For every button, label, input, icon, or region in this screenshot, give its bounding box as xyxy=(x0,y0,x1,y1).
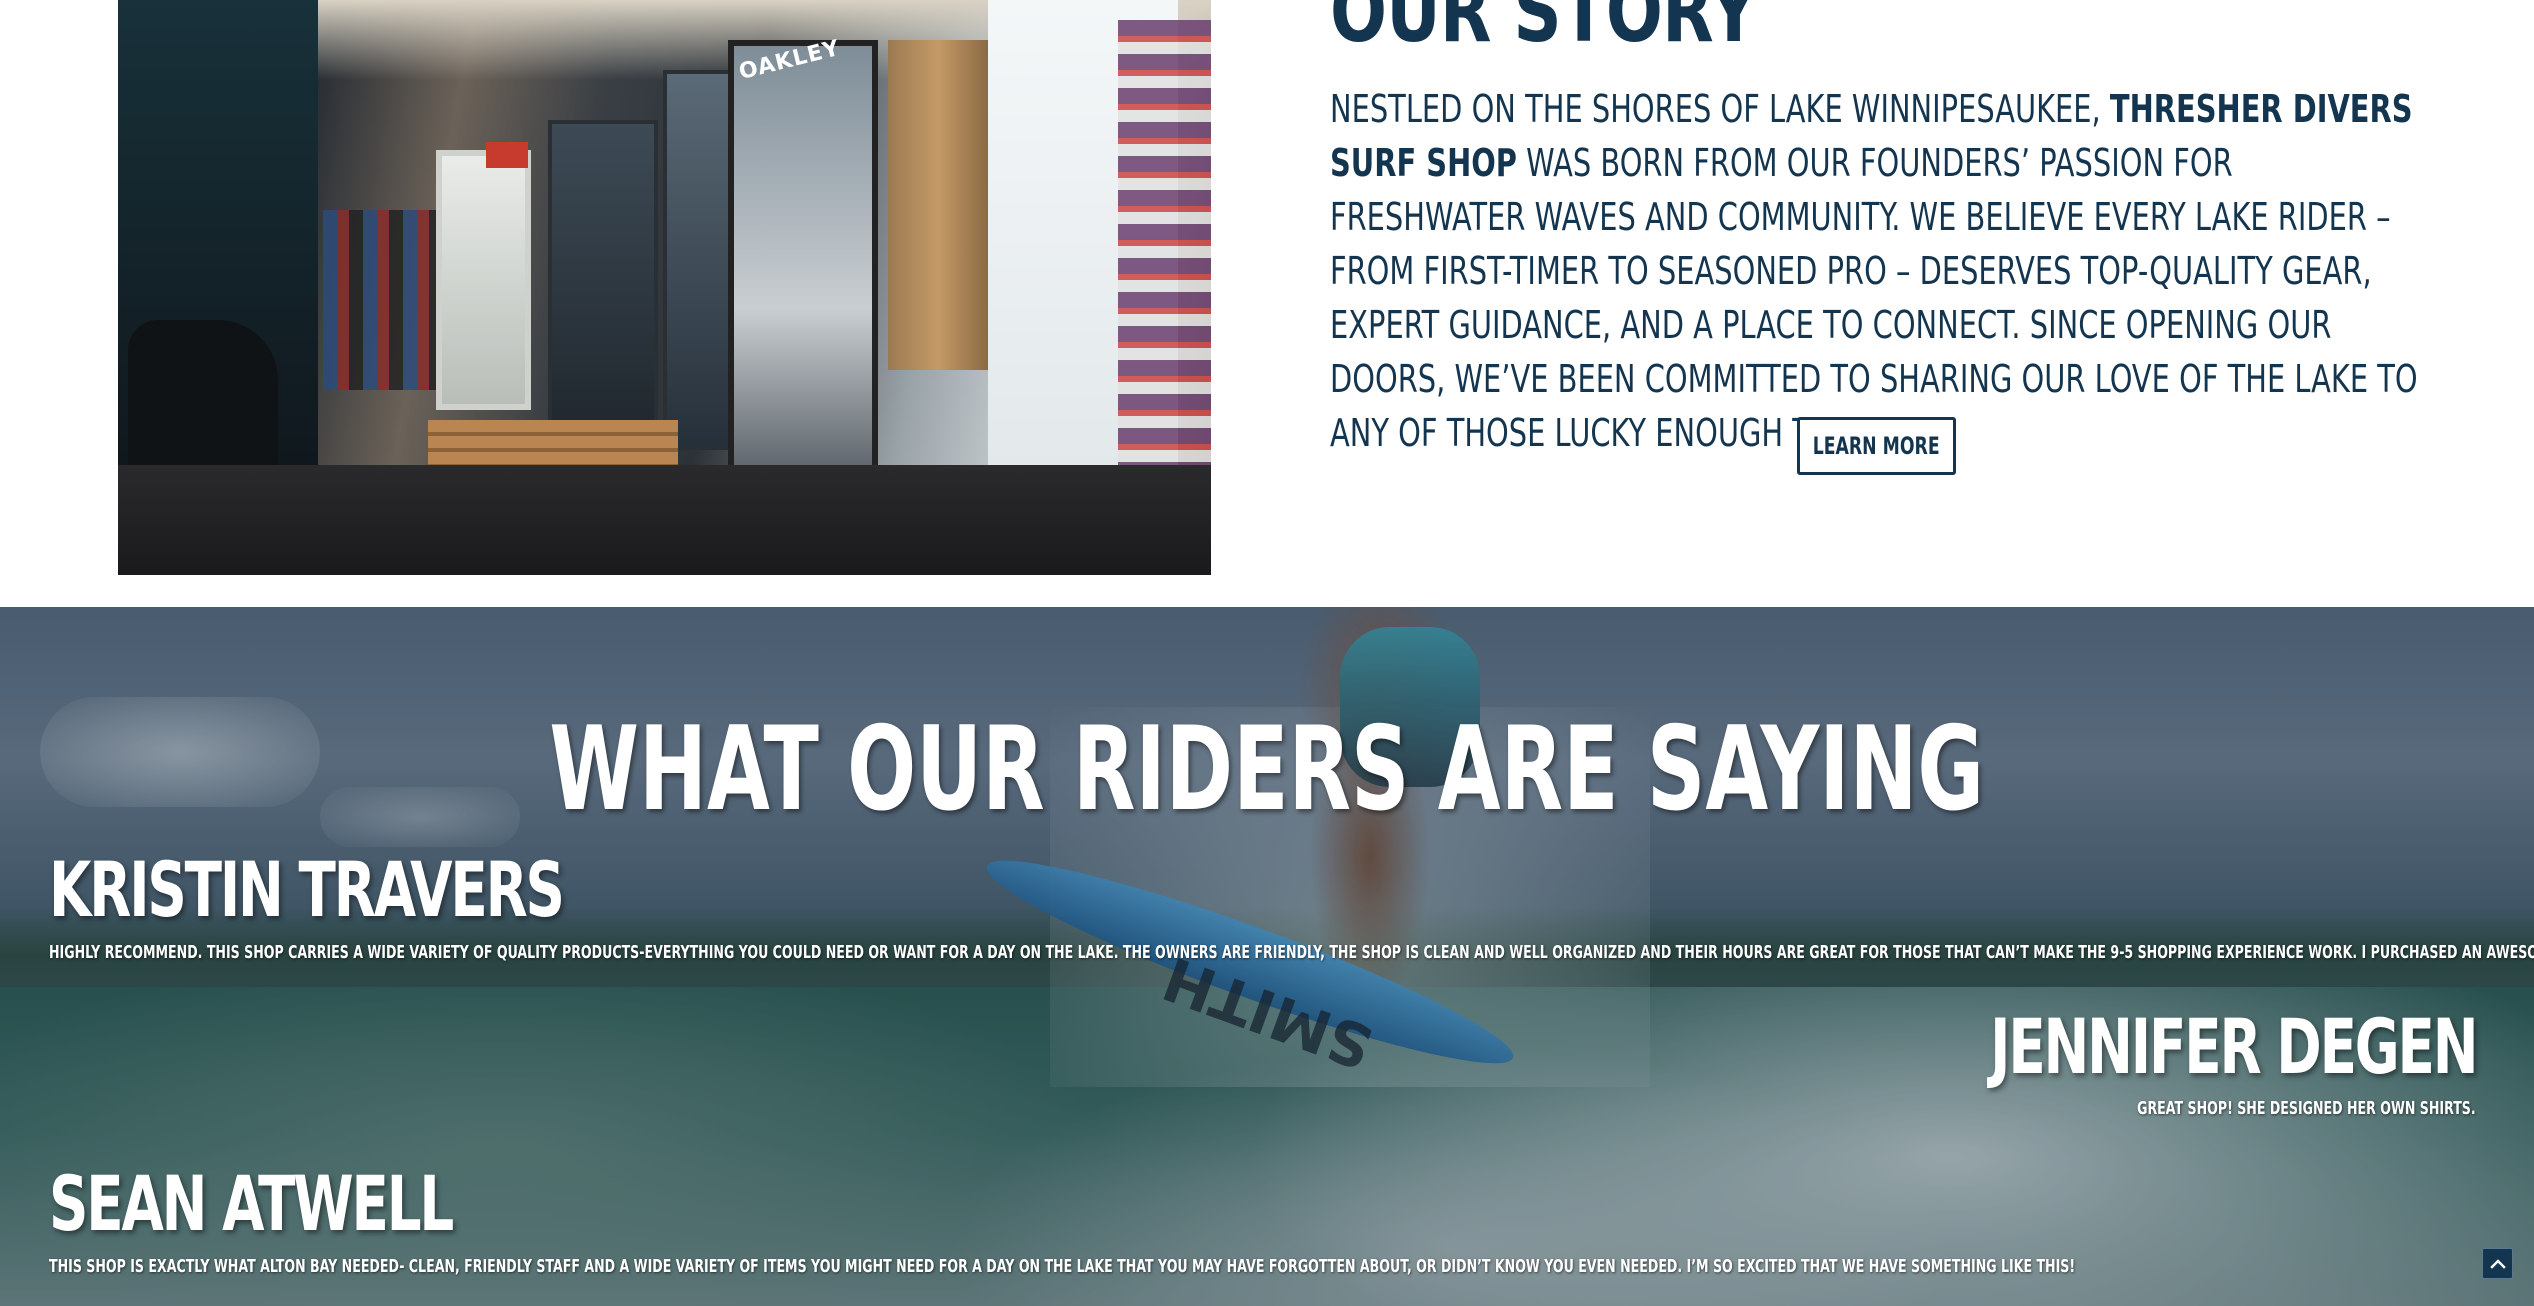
reviewer-name: KRISTIN TRAVERS xyxy=(49,845,565,934)
learn-more-label: LEARN MORE xyxy=(1813,432,1940,460)
our-story-section: OAKLEY OUR STORY Nestled on the shores o… xyxy=(0,0,2534,607)
photo-wood-panel xyxy=(888,40,988,370)
photo-wakeboard-boots xyxy=(128,320,278,480)
review-text: This shop is exactly what Alton Bay need… xyxy=(49,1256,2076,1277)
our-story-title: OUR STORY xyxy=(1330,0,1758,62)
photo-apparel-rack xyxy=(323,210,443,390)
heading-part-1: WHAT xyxy=(549,702,848,837)
story-text-body: was born from our founders’ passion for … xyxy=(1330,141,2418,455)
testimonials-heading: WHAT OUR RIDERS ARE SAYING xyxy=(0,705,2534,835)
review-text: Great shop! She designed her own shirts. xyxy=(2137,1098,2476,1119)
shop-interior-photo: OAKLEY xyxy=(118,0,1211,575)
learn-more-button[interactable]: LEARN MORE xyxy=(1797,417,1956,475)
reviewer-name: SEAN ATWELL xyxy=(49,1159,454,1248)
photo-display-case xyxy=(728,40,878,530)
heading-emphasis: OUR xyxy=(847,702,1045,837)
heading-part-2: RIDERS ARE SAYING xyxy=(1044,702,1985,837)
chevron-up-icon xyxy=(2489,1258,2506,1269)
photo-display-case xyxy=(548,120,658,450)
photo-floor xyxy=(118,465,1211,575)
photo-exit-sign xyxy=(486,142,528,168)
review-text: Highly recommend. This shop carries a wi… xyxy=(49,942,2534,963)
testimonials-section: SMITH WHAT OUR RIDERS ARE SAYING KRISTIN… xyxy=(0,607,2534,1306)
photo-exit-door xyxy=(436,150,531,410)
testimonials-heading-text: WHAT OUR RIDERS ARE SAYING xyxy=(550,705,1985,835)
scroll-to-top-button[interactable] xyxy=(2482,1248,2513,1279)
reviewer-name: JENNIFER DEGEN xyxy=(1989,1002,2478,1091)
our-story-paragraph: Nestled on the shores of Lake Winnipesau… xyxy=(1330,82,2424,460)
story-text-intro: Nestled on the shores of Lake Winnipesau… xyxy=(1330,87,2110,131)
